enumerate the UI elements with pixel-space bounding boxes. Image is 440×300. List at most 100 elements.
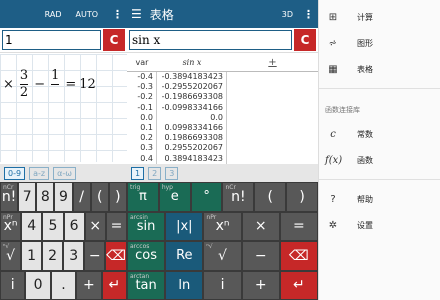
key-2-2[interactable]: 2 xyxy=(42,241,64,271)
key-0-3[interactable]: n! nCr xyxy=(222,182,255,212)
drawer-item-label: 计算 xyxy=(357,12,373,22)
key-label: ↵ xyxy=(293,277,305,294)
key-1-5[interactable]: = xyxy=(105,211,127,241)
tab-latin[interactable]: a-z xyxy=(29,166,50,180)
tab-greek[interactable]: α-ω xyxy=(53,166,76,180)
tab-page-3[interactable]: 3 xyxy=(165,166,179,180)
cell-empty xyxy=(227,92,318,102)
key-1-2[interactable]: xⁿ nPr xyxy=(203,211,242,241)
tab-page-1[interactable]: 1 xyxy=(131,166,145,180)
drawer-item-help[interactable]: ? 帮助 xyxy=(319,186,440,212)
table-row: -0.2 -0.1986693308 xyxy=(127,92,318,103)
column-function[interactable]: sin x xyxy=(157,58,227,67)
key-2-3[interactable]: 3 xyxy=(63,241,85,271)
key-0-1[interactable]: 7 xyxy=(18,182,37,212)
table-row: 0.2 0.1986693308 xyxy=(127,133,318,144)
menu-icon[interactable]: ☰ xyxy=(131,7,142,21)
key-0-6[interactable]: ) xyxy=(108,182,127,212)
key-1-3[interactable]: × xyxy=(241,211,280,241)
key-3-2[interactable]: . xyxy=(50,270,77,300)
key-1-0[interactable]: xⁿ nPr xyxy=(0,211,22,241)
key-0-4[interactable]: ( xyxy=(254,182,287,212)
key-1-3[interactable]: 6 xyxy=(63,211,85,241)
key-1-0[interactable]: sin arcsin xyxy=(127,211,166,241)
key-3-1[interactable]: 0 xyxy=(25,270,51,300)
drawer-item-constants[interactable]: c 常数 xyxy=(319,121,440,147)
key-label: ( xyxy=(267,188,273,205)
table-row: -0.1 -0.0998334166 xyxy=(127,102,318,113)
key-3-0[interactable]: i xyxy=(0,270,26,300)
key-0-1[interactable]: e hyp xyxy=(158,182,191,212)
key-2-0[interactable]: cos arccos xyxy=(127,241,166,271)
keypad: π trig e hyp ° n! nCr () sin arcsin |x| xⁿ nPr × = cos a… xyxy=(127,182,318,300)
key-secondary-label: hyp xyxy=(161,184,173,191)
key-2-0[interactable]: √ ⁿ√ xyxy=(0,241,22,271)
angle-mode-button[interactable]: RAD xyxy=(45,10,62,19)
drawer-item-calculator[interactable]: ⊞ 计算 xyxy=(319,4,440,30)
cell-empty xyxy=(227,143,318,153)
key-label: n! xyxy=(231,188,246,205)
drawer-item-functions[interactable]: f(x) 函数 xyxy=(319,147,440,173)
key-3-2[interactable]: i xyxy=(203,270,242,300)
constants-icon: c xyxy=(330,128,336,140)
clear-button[interactable]: C xyxy=(294,29,316,51)
key-1-4[interactable]: = xyxy=(279,211,318,241)
key-0-2[interactable]: ° xyxy=(190,182,223,212)
function-input[interactable]: sin x xyxy=(129,30,292,50)
key-1-2[interactable]: 5 xyxy=(42,211,64,241)
key-label: ° xyxy=(203,189,210,205)
key-label: / xyxy=(79,188,84,205)
key-3-3[interactable]: + xyxy=(241,270,280,300)
key-2-4[interactable]: − xyxy=(84,241,106,271)
key-3-4[interactable]: ↵ xyxy=(279,270,318,300)
auto-mode-button[interactable]: AUTO xyxy=(75,10,98,19)
key-label: × xyxy=(254,218,267,235)
drawer-item-settings[interactable]: ✲ 设置 xyxy=(319,212,440,238)
functions-icon: f(x) xyxy=(325,154,343,166)
tab-page-2[interactable]: 2 xyxy=(148,166,162,180)
key-0-3[interactable]: 9 xyxy=(54,182,73,212)
3d-mode-button[interactable]: 3D xyxy=(282,10,293,19)
cell-value: -0.2955202067 xyxy=(157,82,227,93)
key-3-1[interactable]: ln xyxy=(165,270,204,300)
key-1-4[interactable]: × xyxy=(84,211,106,241)
table-row: -0.3 -0.2955202067 xyxy=(127,82,318,93)
more-icon[interactable]: ⋮ xyxy=(112,8,123,21)
cell-empty xyxy=(227,133,318,143)
key-secondary-label: arccos xyxy=(130,243,150,250)
key-row: π trig e hyp ° n! nCr () xyxy=(127,182,318,212)
key-2-2[interactable]: √ ⁿ√ xyxy=(203,241,242,271)
denominator: 2 xyxy=(19,85,29,100)
table-panel: ☰ 表格 3D ⋮ sin x C var sin x + -0.4 -0.389… xyxy=(127,0,318,300)
key-2-1[interactable]: 1 xyxy=(21,241,43,271)
key-3-4[interactable]: ↵ xyxy=(101,270,127,300)
key-0-5[interactable]: ) xyxy=(286,182,318,212)
key-2-4[interactable]: ⌫ xyxy=(279,241,318,271)
key-0-0[interactable]: π trig xyxy=(127,182,159,212)
key-1-1[interactable]: |x| xyxy=(165,211,204,241)
key-label: |x| xyxy=(176,218,193,234)
key-2-1[interactable]: Re xyxy=(165,241,204,271)
key-label: 3 xyxy=(69,247,79,264)
navigation-drawer: ⊞ 计算 ⩫ 图形 ▦ 表格 函数连接库 c 常数 f(x) 函数 ? 帮助 ✲ 设置 xyxy=(318,0,440,300)
drawer-item-table[interactable]: ▦ 表格 xyxy=(319,56,440,82)
key-0-0[interactable]: n! nCr xyxy=(0,182,19,212)
key-label: + xyxy=(254,277,267,294)
key-3-3[interactable]: + xyxy=(76,270,102,300)
clear-button[interactable]: C xyxy=(103,29,125,51)
key-0-2[interactable]: 8 xyxy=(36,182,55,212)
key-2-5[interactable]: ⌫ xyxy=(105,241,127,271)
key-2-3[interactable]: − xyxy=(241,241,280,271)
tab-digits[interactable]: 0-9 xyxy=(4,166,26,180)
key-3-0[interactable]: tan arctan xyxy=(127,270,166,300)
key-label: ) xyxy=(115,188,121,205)
more-icon[interactable]: ⋮ xyxy=(303,8,314,21)
key-0-4[interactable]: / xyxy=(72,182,91,212)
drawer-item-graph[interactable]: ⩫ 图形 xyxy=(319,30,440,56)
add-column-button[interactable]: + xyxy=(268,57,276,68)
key-row: n! nCr 7 8 9 / () xyxy=(0,182,127,212)
expression-input[interactable]: 1 xyxy=(2,30,101,50)
cell-var: 0.3 xyxy=(127,143,157,154)
key-0-5[interactable]: ( xyxy=(90,182,109,212)
key-1-1[interactable]: 4 xyxy=(21,211,43,241)
